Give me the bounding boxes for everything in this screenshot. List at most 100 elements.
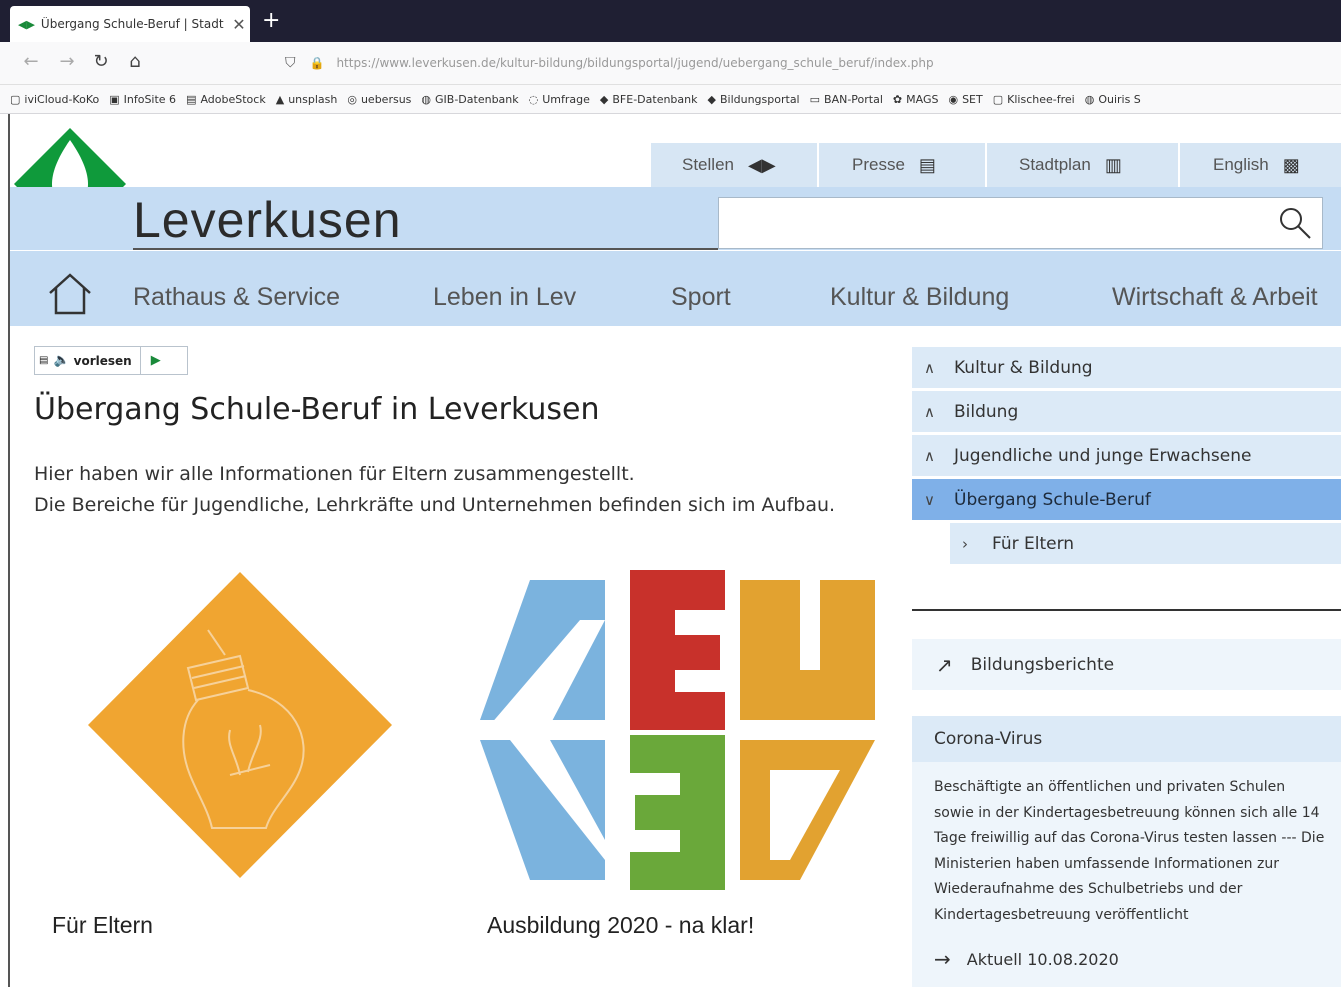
chevron-right-icon: › <box>962 534 968 553</box>
url-text[interactable]: https://www.leverkusen.de/kultur-bildung… <box>336 56 933 70</box>
home-icon[interactable]: ⌂ <box>122 51 148 72</box>
bookmark-item[interactable]: ▣ InfoSite 6 <box>109 93 176 106</box>
bookmark-item[interactable]: ▤ AdobeStock <box>186 93 266 106</box>
bookmark-item[interactable]: ◍ GIB-Datenbank <box>421 93 518 106</box>
new-tab-button[interactable]: + <box>262 8 280 33</box>
brand-underline <box>133 248 718 250</box>
sidebar-item-kultur-bildung[interactable]: ∧ Kultur & Bildung <box>912 347 1341 390</box>
bookmark-icon: ◉ <box>948 92 959 106</box>
corona-text: Beschäftigte an öffentlichen und private… <box>934 779 1325 923</box>
bookmark-item[interactable]: ◉ SET <box>948 93 982 106</box>
shield-icon[interactable]: ⛉ <box>285 55 296 71</box>
back-arrow-icon[interactable]: ← <box>18 51 44 72</box>
intro-text-2: Die Bereiche für Jugendliche, Lehrkräfte… <box>34 494 836 516</box>
corona-box-header: Corona-Virus <box>912 716 1341 762</box>
bookmark-label: Klischee-frei <box>1007 92 1075 106</box>
chevron-down-icon: ∨ <box>924 490 935 509</box>
bookmark-item[interactable]: ◍ Ouiris S <box>1085 93 1141 106</box>
map-icon: ▥ <box>1104 154 1122 175</box>
browser-nav-bar: ← → ↻ ⌂ ⛉ 🔒 https://www.leverkusen.de/ku… <box>0 42 1341 85</box>
bookmark-item[interactable]: ✿ MAGS <box>893 93 939 106</box>
bookmark-label: GIB-Datenbank <box>435 92 519 106</box>
sidebar-item-label: Übergang Schule-Beruf <box>954 489 1151 510</box>
bookmark-item[interactable]: ▭ BAN-Portal <box>810 93 883 106</box>
bookmark-icon: ▤ <box>186 92 197 106</box>
bookmark-icon: ◆ <box>707 92 716 106</box>
search-input[interactable] <box>718 197 1323 249</box>
sidebar-item-label: Jugendliche und junge Erwachsene <box>954 445 1252 466</box>
bookmarks-bar: ▢ iviCloud-KoKo ▣ InfoSite 6 ▤ AdobeStock ▲ uns… <box>0 85 1341 114</box>
sidebar-item-jugendliche[interactable]: ∧ Jugendliche und junge Erwachsene <box>912 435 1341 478</box>
bookmark-icon: ◎ <box>347 92 357 106</box>
toplink-label: Stadtplan <box>1019 155 1091 174</box>
bookmark-item[interactable]: ▢ iviCloud-KoKo <box>10 93 99 106</box>
bookmark-label: iviCloud-KoKo <box>24 92 100 106</box>
toplink-label: Stellen <box>682 155 734 174</box>
sidebar-item-label: Für Eltern <box>992 533 1075 554</box>
bookmark-icon: ◆ <box>599 92 609 106</box>
close-tab-icon[interactable]: ✕ <box>228 15 250 34</box>
bookmark-label: Bildungsportal <box>719 92 800 106</box>
divider <box>985 143 987 187</box>
bildungsberichte-link[interactable]: ↗ Bildungsberichte <box>912 639 1341 690</box>
bookmark-icon: ✿ <box>892 92 903 106</box>
site-brand-title[interactable]: Leverkusen <box>133 191 402 249</box>
bookmark-icon: ▣ <box>109 92 120 106</box>
bookmark-icon: ◌ <box>528 92 539 106</box>
sidebar-item-label: Kultur & Bildung <box>954 357 1093 378</box>
nav-leben-in-lev[interactable]: Leben in Lev <box>433 283 576 312</box>
bookmark-item[interactable]: ▲ unsplash <box>276 93 338 106</box>
nav-rathaus-service[interactable]: Rathaus & Service <box>133 283 340 312</box>
bookmark-label: MAGS <box>906 92 939 106</box>
nav-kultur-bildung[interactable]: Kultur & Bildung <box>830 283 1009 312</box>
bookmark-label: uebersus <box>360 92 412 106</box>
bookmark-item[interactable]: ◌ Umfrage <box>529 93 590 106</box>
corona-title: Corona-Virus <box>934 729 1043 749</box>
bookmark-item[interactable]: ◎ uebersus <box>347 93 411 106</box>
toplink-stadtplan[interactable]: Stadtplan ▥ <box>1019 143 1122 187</box>
read-aloud-button[interactable]: ▤ 🔈 vorlesen ▶ <box>34 346 188 375</box>
bookmark-label: Ouiris S <box>1098 92 1141 106</box>
uk-flag-icon: ▩ <box>1282 154 1300 175</box>
sidebar-item-uebergang[interactable]: ∨ Übergang Schule-Beruf <box>912 479 1341 522</box>
home-icon[interactable] <box>46 271 94 317</box>
play-icon[interactable]: ▶ <box>151 353 161 368</box>
bookmark-label: Umfrage <box>542 92 590 106</box>
nav-wirtschaft-arbeit[interactable]: Wirtschaft & Arbeit <box>1112 283 1318 312</box>
divider <box>817 143 819 187</box>
bookmark-item[interactable]: ◆ Bildungsportal <box>708 93 800 106</box>
window-border <box>8 114 10 987</box>
bookmark-item[interactable]: ◆ BFE-Datenbank <box>600 93 698 106</box>
bookmark-icon: ▲ <box>275 92 285 106</box>
tile-label-ausbildung[interactable]: Ausbildung 2020 - na klar! <box>487 912 754 939</box>
menu-icon: ▤ <box>39 355 49 366</box>
sidebar-item-bildung[interactable]: ∧ Bildung <box>912 391 1341 434</box>
bookmark-label: InfoSite 6 <box>123 92 177 106</box>
stellen-icon: ◀▶ <box>747 154 776 175</box>
bookmark-icon: ▢ <box>10 92 21 106</box>
arrow-right-icon: → <box>934 947 951 971</box>
sidebar-item-fuer-eltern[interactable]: › Für Eltern <box>950 523 1341 566</box>
eltern-tile-image[interactable] <box>80 560 400 890</box>
toplink-english[interactable]: English ▩ <box>1213 143 1300 187</box>
tile-label-eltern[interactable]: Für Eltern <box>52 912 153 939</box>
neu-ausbildung-tile-image[interactable] <box>470 560 880 900</box>
chevron-up-icon: ∧ <box>924 402 935 421</box>
bookmark-item[interactable]: ▢ Klischee-frei <box>993 93 1075 106</box>
browser-tab[interactable]: ◀▶ Übergang Schule-Beruf | Stadt ✕ <box>10 6 250 42</box>
top-links-bar: Stellen ◀▶ Presse ▤ Stadtplan ▥ English … <box>651 143 1341 187</box>
search-icon[interactable] <box>1272 200 1318 246</box>
lock-icon[interactable]: 🔒 <box>310 56 325 70</box>
sidebar-item-label: Bildung <box>954 401 1019 422</box>
read-aloud-label: vorlesen <box>73 353 132 368</box>
aktuell-link[interactable]: → Aktuell 10.08.2020 <box>934 947 1119 971</box>
reload-icon[interactable]: ↻ <box>88 51 114 72</box>
toplink-stellen[interactable]: Stellen ◀▶ <box>682 143 776 187</box>
bookmark-label: AdobeStock <box>200 92 266 106</box>
divider <box>1178 143 1180 187</box>
address-bar[interactable]: ⛉ 🔒 https://www.leverkusen.de/kultur-bil… <box>285 49 1341 77</box>
nav-sport[interactable]: Sport <box>671 283 731 312</box>
forward-arrow-icon[interactable]: → <box>54 51 80 72</box>
bookmark-icon: ▢ <box>992 92 1004 106</box>
toplink-presse[interactable]: Presse ▤ <box>852 143 936 187</box>
